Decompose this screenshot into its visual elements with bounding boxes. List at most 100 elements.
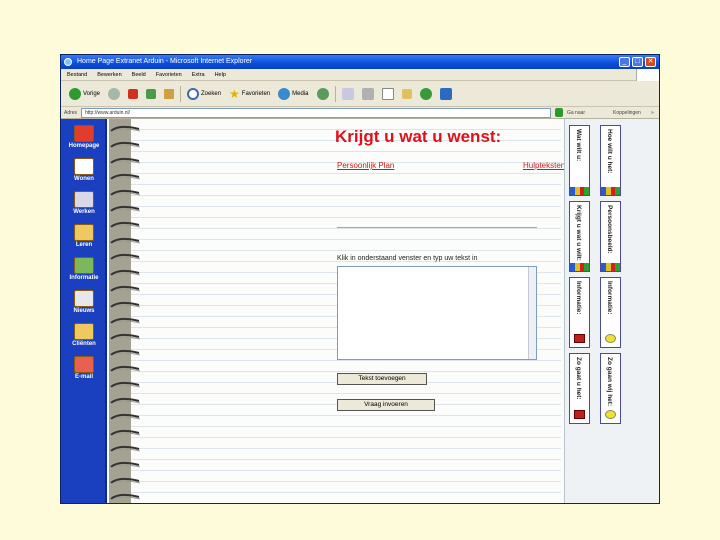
windows-logo-icon	[636, 69, 659, 81]
media-label: Media	[292, 90, 309, 97]
sidebar-item-label: Nieuws	[73, 308, 95, 314]
tab-informatie-left[interactable]: Informatie:	[569, 277, 590, 348]
sidebar-item-label: Homepage	[68, 143, 100, 149]
mail-button[interactable]	[340, 85, 356, 103]
sidebar-item-label: E-mail	[74, 374, 93, 380]
minimize-button[interactable]: _	[619, 57, 630, 67]
sidebar-item-clienten[interactable]: Cliënten	[63, 321, 105, 351]
menu-bar: Bestand Bewerken Beeld Favorieten Extra …	[61, 69, 659, 81]
sidebar-item-nieuws[interactable]: Nieuws	[63, 288, 105, 318]
hulpteksten-link[interactable]: Hulpteksten	[523, 161, 565, 170]
media-button[interactable]: Media	[276, 85, 310, 103]
notebook-ring	[109, 173, 143, 182]
ie-icon	[64, 58, 72, 66]
edit-button[interactable]	[380, 85, 396, 103]
tab-label: Hoe wilt u het:	[606, 129, 613, 174]
refresh-icon	[146, 88, 157, 99]
media-icon	[278, 87, 291, 100]
face-icon	[605, 410, 616, 419]
tab-persoonsbeeld[interactable]: Persoonsbeeld:	[600, 201, 621, 272]
discuss-button[interactable]	[400, 85, 414, 103]
scrollbar[interactable]	[528, 267, 536, 359]
sidebar-item-homepage[interactable]: Homepage	[63, 123, 105, 153]
tab-label: Wat wilt u:	[575, 129, 582, 162]
messenger-button[interactable]	[418, 85, 434, 103]
color-strip	[570, 187, 589, 195]
home-button[interactable]	[162, 85, 176, 103]
notebook-ring	[109, 333, 143, 342]
menu-extra[interactable]: Extra	[192, 69, 205, 80]
submit-question-button[interactable]: Vraag invoeren	[337, 399, 435, 411]
tab-hoe-wilt-u-het[interactable]: Hoe wilt u het:	[600, 125, 621, 196]
toolbar: Vorige Zoeken ★ Favorieten Media	[61, 81, 659, 107]
sidebar-item-label: Werken	[73, 209, 95, 215]
notebook-ring	[109, 205, 143, 214]
color-strip	[570, 263, 589, 271]
links-chevron-icon[interactable]: »	[651, 107, 654, 119]
forward-arrow-icon	[108, 87, 121, 100]
notebook-ring	[109, 221, 143, 230]
sidebar-item-wonen[interactable]: Wonen	[63, 156, 105, 186]
color-strip	[601, 263, 620, 271]
notebook-ring	[109, 413, 143, 422]
forward-button[interactable]	[106, 85, 122, 103]
maximize-button[interactable]: □	[632, 57, 643, 67]
title-bar[interactable]: Home Page Extranet Arduin - Microsoft In…	[61, 55, 659, 69]
menu-favorieten[interactable]: Favorieten	[156, 69, 182, 80]
face-icon	[605, 334, 616, 343]
menu-help[interactable]: Help	[215, 69, 226, 80]
persoonlijk-plan-link[interactable]: Persoonlijk Plan	[337, 161, 394, 170]
address-input[interactable]: http://www.arduin.nl/	[81, 108, 551, 118]
sidebar-item-label: Informatie	[69, 275, 99, 281]
sidebar-item-email[interactable]: E-mail	[63, 354, 105, 384]
notebook-ring	[109, 349, 143, 358]
go-button[interactable]: Ga naar	[567, 107, 585, 119]
go-arrow-icon[interactable]	[555, 108, 563, 117]
notebook-ring	[109, 269, 143, 278]
mail-icon	[341, 87, 354, 100]
back-label: Vorige	[83, 90, 101, 97]
menu-beeld[interactable]: Beeld	[132, 69, 146, 80]
notebook-ring	[109, 125, 143, 134]
favorites-button[interactable]: ★ Favorieten	[227, 85, 272, 103]
tab-krijgt-u-wat-u-wilt[interactable]: Krijgt u wat u wilt:	[569, 201, 590, 272]
back-button[interactable]: Vorige	[67, 85, 102, 103]
notebook-ring	[109, 237, 143, 246]
stop-button[interactable]	[126, 85, 140, 103]
add-text-button[interactable]: Tekst toevoegen	[337, 373, 427, 385]
menu-bestand[interactable]: Bestand	[67, 69, 87, 80]
address-bar: Adres http://www.arduin.nl/ Ga naar Kopp…	[61, 107, 659, 119]
color-strip	[601, 187, 620, 195]
page-content: Homepage Wonen Werken Leren Informatie N…	[61, 119, 659, 503]
tab-zo-gaat-u-het[interactable]: Zo gaat u het:	[569, 353, 590, 424]
notebook-ring	[109, 381, 143, 390]
text-input-area[interactable]	[337, 266, 537, 360]
search-button[interactable]: Zoeken	[185, 85, 223, 103]
notebook-ring	[109, 157, 143, 166]
history-button[interactable]	[315, 85, 331, 103]
tab-zo-gaan-wij-het[interactable]: Zo gaan wij het:	[600, 353, 621, 424]
divider	[337, 227, 537, 228]
vertical-tabs: Wat wilt u: Hoe wilt u het: Krijgt u wat…	[564, 123, 654, 503]
menu-bewerken[interactable]: Bewerken	[97, 69, 121, 80]
refresh-button[interactable]	[144, 85, 158, 103]
print-button[interactable]	[360, 85, 376, 103]
sidebar-item-leren[interactable]: Leren	[63, 222, 105, 252]
window-title: Home Page Extranet Arduin - Microsoft In…	[77, 58, 253, 65]
home-icon	[164, 88, 175, 99]
browser-window: Home Page Extranet Arduin - Microsoft In…	[60, 54, 660, 504]
sidebar-item-werken[interactable]: Werken	[63, 189, 105, 219]
tab-wat-wilt-u[interactable]: Wat wilt u:	[569, 125, 590, 196]
favorites-label: Favorieten	[241, 90, 271, 97]
research-button[interactable]	[438, 85, 454, 103]
sidebar-item-informatie[interactable]: Informatie	[63, 255, 105, 285]
tab-label: Informatie:	[606, 281, 613, 315]
links-button[interactable]: Koppelingen	[613, 107, 641, 119]
tab-informatie-right[interactable]: Informatie:	[600, 277, 621, 348]
page-title: Krijgt u wat u wenst:	[335, 127, 502, 146]
window-controls: _ □ ✕	[619, 57, 656, 67]
search-icon	[187, 87, 200, 100]
close-button[interactable]: ✕	[645, 57, 656, 67]
tab-label: Persoonsbeeld:	[606, 205, 613, 254]
notebook-ring	[109, 285, 143, 294]
